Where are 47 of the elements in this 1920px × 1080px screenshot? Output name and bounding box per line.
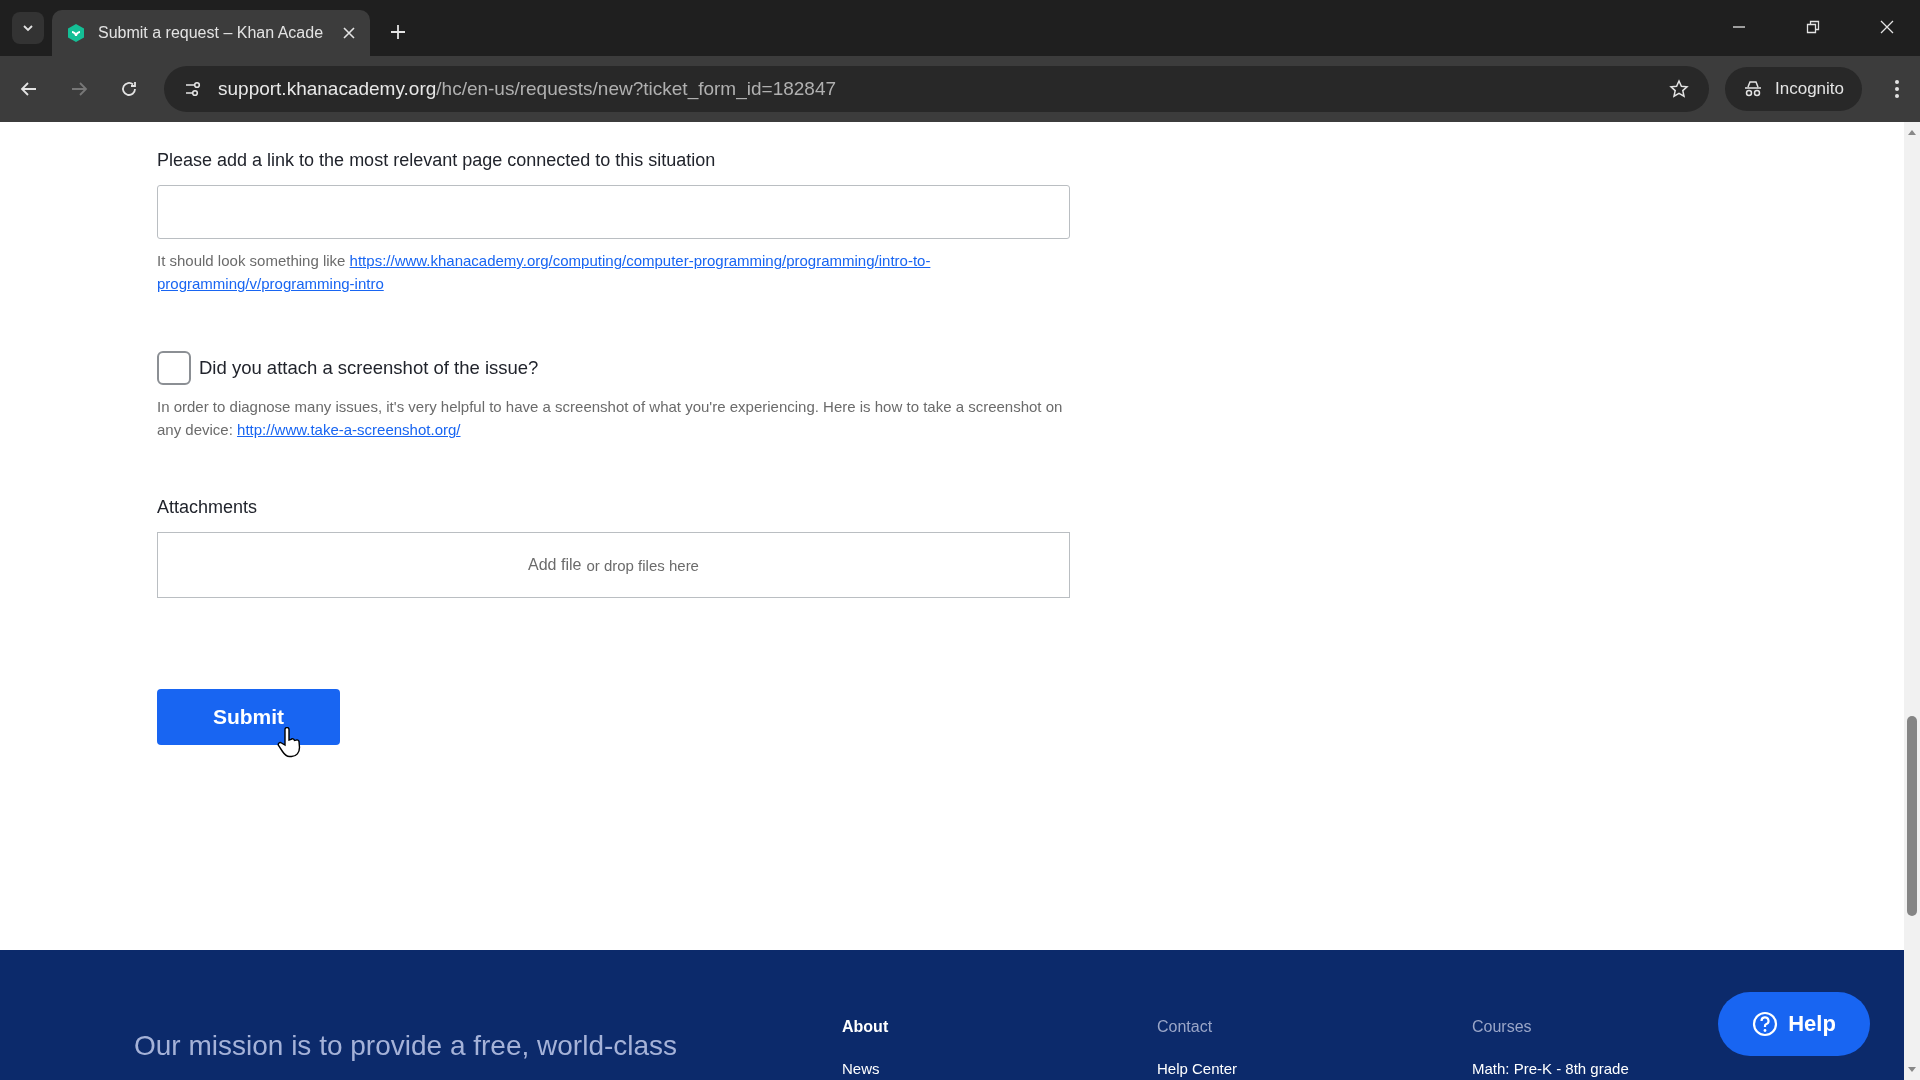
- checkbox[interactable]: [157, 351, 191, 385]
- submit-button[interactable]: Submit: [157, 689, 340, 745]
- attachments-label: Attachments: [157, 497, 259, 518]
- checkbox-label: Did you attach a screenshot of the issue?: [199, 357, 539, 379]
- hint-text: In order to diagnose many issues, it's very helpful to have a screenshot of what you're experiencing. Here is how to take a screenshot on any device: http://www.take-a-screenshot.org/: [157, 397, 1064, 440]
- reload-icon[interactable]: [120, 80, 138, 98]
- example-link[interactable]: https://www.khanacademy.org/computing/computer-programming/programming/intro-to-: [349, 252, 931, 269]
- star-icon[interactable]: [1669, 79, 1689, 99]
- screenshot-guide-link[interactable]: http://www.take-a-screenshot.org/: [237, 421, 461, 438]
- field-label: Please add a link to the most relevant page connected to this situation: [157, 150, 717, 171]
- example-link[interactable]: programming/v/programming-intro: [157, 275, 384, 292]
- menu-icon[interactable]: [1894, 79, 1900, 99]
- scrollbar-thumb[interactable]: [1907, 716, 1917, 916]
- footer-link[interactable]: Math: Pre-K - 8th grade: [1472, 1060, 1629, 1077]
- footer-heading: Contact: [1157, 1018, 1213, 1036]
- incognito-button[interactable]: Incognito: [1725, 67, 1862, 111]
- question-icon: [1752, 1011, 1779, 1037]
- forward-icon[interactable]: [70, 80, 88, 98]
- link-input-field[interactable]: [157, 185, 1070, 239]
- add-file-link[interactable]: Add file: [528, 556, 582, 574]
- back-icon[interactable]: [20, 80, 38, 98]
- close-icon[interactable]: [342, 26, 356, 40]
- leaf-hexagon-icon: [66, 23, 86, 43]
- scrollbar[interactable]: [1904, 122, 1920, 1080]
- footer-link[interactable]: Help Center: [1157, 1060, 1238, 1077]
- incognito-icon: [1743, 81, 1763, 97]
- scroll-up-icon[interactable]: [1907, 128, 1917, 136]
- tab-search-button[interactable]: [12, 12, 44, 44]
- drop-hint: or drop files here: [586, 556, 699, 574]
- mission-text: Our mission is to provide a free, world-class: [134, 1030, 679, 1062]
- hint-text: It should look something like https://www.khanacademy.org/computing/computer-programming/programming/intro-to- programming/v/programming-intro: [157, 251, 932, 294]
- site-settings-icon[interactable]: [184, 80, 202, 98]
- scroll-down-icon[interactable]: [1907, 1066, 1917, 1074]
- footer-heading: About: [842, 1018, 889, 1036]
- file-drop-zone[interactable]: Add file or drop files here: [157, 532, 1070, 598]
- restore-icon[interactable]: [1806, 20, 1820, 34]
- address-bar[interactable]: support.khanacademy.org/hc/en-us/requests/new?ticket_form_id=182847: [164, 66, 1709, 112]
- browser-tab[interactable]: Submit a request – Khan Acade: [52, 10, 370, 56]
- url-text: support.khanacademy.org/hc/en-us/requests/new?ticket_form_id=182847: [218, 78, 837, 100]
- new-tab-icon[interactable]: [390, 24, 406, 40]
- tab-title: Submit a request – Khan Acade: [98, 24, 325, 42]
- footer-heading: Courses: [1472, 1018, 1532, 1036]
- help-button[interactable]: Help: [1718, 992, 1870, 1056]
- chevron-down-icon: [22, 22, 34, 34]
- footer-link[interactable]: News: [842, 1060, 880, 1077]
- close-icon[interactable]: [1880, 20, 1894, 34]
- hand-cursor-icon: [277, 727, 303, 759]
